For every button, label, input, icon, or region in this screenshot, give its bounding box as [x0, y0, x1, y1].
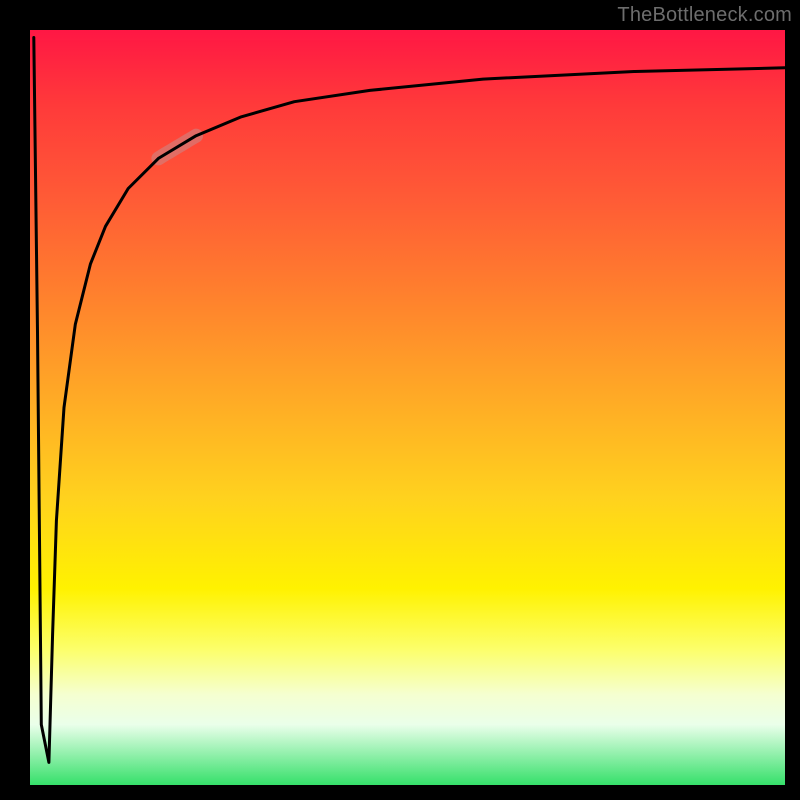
curve-layer [30, 30, 785, 785]
attribution-label: TheBottleneck.com [617, 4, 792, 27]
plot-area [30, 30, 785, 785]
bottleneck-curve [34, 38, 785, 763]
chart-frame: TheBottleneck.com [0, 0, 800, 800]
